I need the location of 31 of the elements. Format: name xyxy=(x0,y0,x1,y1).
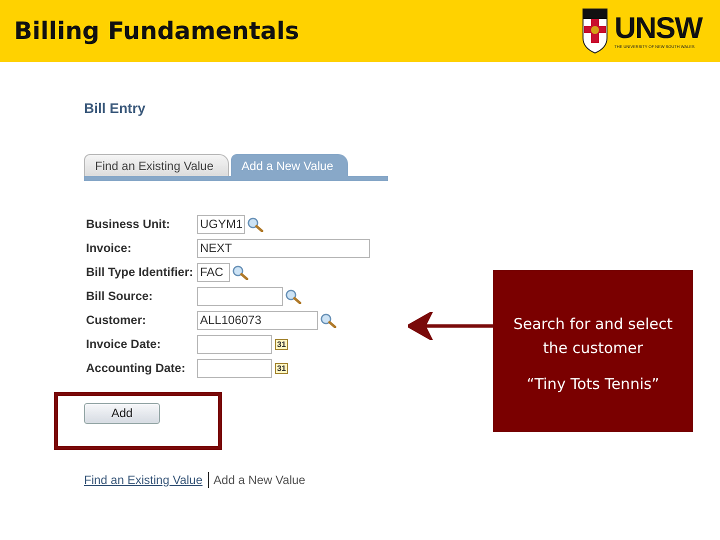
callout-text: Search for and select xyxy=(513,314,673,335)
field-label: Invoice Date: xyxy=(85,337,162,351)
search-icon[interactable] xyxy=(247,216,264,232)
field-label: Invoice: xyxy=(85,241,132,255)
field-label: Bill Source: xyxy=(85,289,154,303)
search-icon[interactable] xyxy=(320,312,337,328)
slide-title: Billing Fundamentals xyxy=(14,17,300,45)
callout-text: the customer xyxy=(542,338,644,359)
field-label: Bill Type Identifier: xyxy=(85,265,194,279)
input-field[interactable] xyxy=(197,358,272,378)
page-title: Bill Entry xyxy=(84,100,146,116)
tab[interactable]: Find an Existing Value xyxy=(84,154,229,176)
search-icon[interactable] xyxy=(285,288,302,304)
input-field[interactable]: UGYM1 xyxy=(197,214,245,234)
field-label: Accounting Date: xyxy=(85,361,186,375)
search-icon[interactable] xyxy=(232,264,249,280)
link[interactable]: Add a New Value xyxy=(214,473,306,487)
link[interactable]: Find an Existing Value xyxy=(84,473,203,487)
add-button[interactable]: Add xyxy=(84,402,160,424)
field-label: Customer: xyxy=(85,313,148,327)
crest-icon xyxy=(582,8,608,54)
calendar-icon[interactable]: 31 xyxy=(275,362,288,374)
input-field[interactable] xyxy=(197,334,272,354)
input-field[interactable]: NEXT xyxy=(197,238,370,258)
calendar-icon[interactable]: 31 xyxy=(275,338,288,350)
logo-wordmark: UNSW xyxy=(614,14,702,44)
input-field[interactable] xyxy=(197,286,283,306)
input-field[interactable]: FAC xyxy=(197,262,230,282)
input-field[interactable]: ALL106073 xyxy=(197,310,318,330)
field-label: Business Unit: xyxy=(85,217,172,231)
callout-text: “Tiny Tots Tennis” xyxy=(526,374,660,395)
